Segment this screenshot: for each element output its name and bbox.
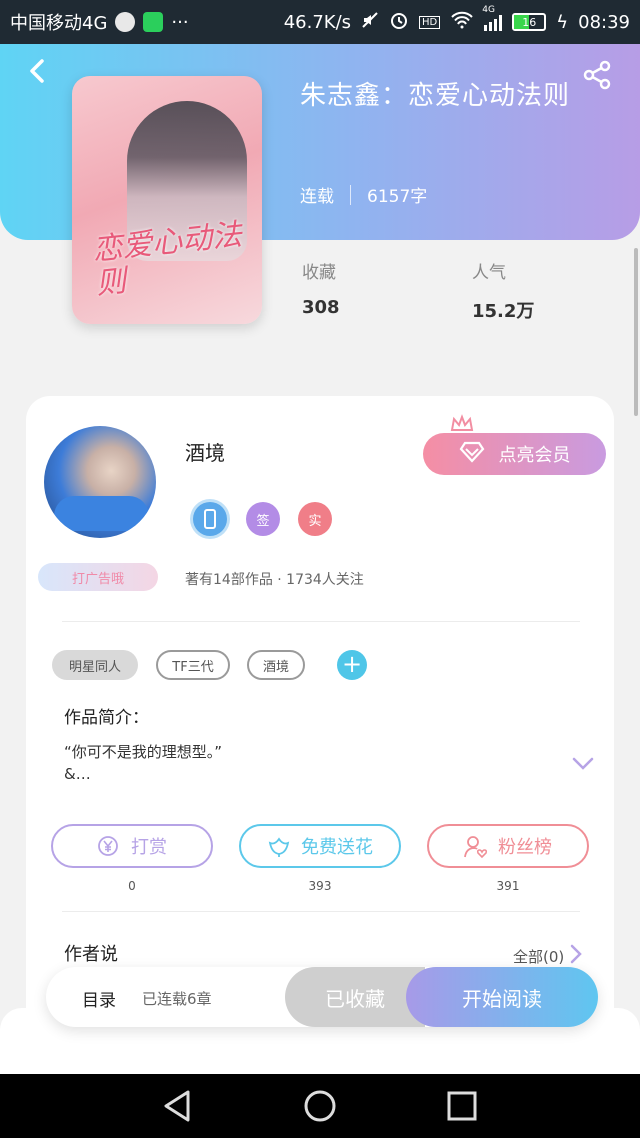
view-all-link[interactable]: 全部(0) [513,944,583,968]
status-bar: 中国移动4G ··· 46.7K/s HD 4G 16 ϟ 08:39 [0,0,640,44]
fan-count: 391 [496,879,520,893]
clock: 08:39 [578,11,630,33]
crown-icon [450,414,474,434]
book-title: 朱志鑫：恋爱心动法则 [300,81,571,111]
author-say-title: 作者说 [64,944,118,965]
intro-line: “你可不是我的理想型。” [64,743,223,761]
network-type: 4G [482,5,495,15]
flower-icon [267,835,290,857]
favorites-value: 308 [302,297,340,318]
more-icon: ··· [171,11,189,33]
ad-tag[interactable]: 打广告哦 [38,563,158,591]
favorites-stat: 收藏 308 [302,258,340,318]
toc-button[interactable]: 目录 [82,986,116,1011]
vip-button-label: 点亮会员 [498,445,571,466]
wifi-icon [450,11,474,34]
start-reading-button[interactable]: 开始阅读 [406,967,598,1027]
signal-icon: 4G [482,5,503,31]
tip-button-label: 打赏 [131,837,167,858]
nav-home-icon[interactable] [302,1088,338,1124]
popularity-stat: 人气 15.2万 [472,258,534,323]
divider [62,621,580,622]
send-flower-button[interactable]: 免费送花 [239,824,401,868]
phone-badge-icon[interactable] [193,502,227,536]
sign-badge-icon[interactable]: 签 [246,502,280,536]
divider [62,911,580,912]
intro-text[interactable]: “你可不是我的理想型。” &… [64,741,222,785]
collected-button[interactable]: 已收藏 [285,967,425,1027]
tip-count: 0 [128,879,136,893]
popularity-value: 15.2万 [472,301,535,322]
diamond-icon [459,441,485,468]
cat-app-icon [115,12,136,32]
chapters-count[interactable]: 已连载6章 [142,988,212,1009]
real-badge-icon[interactable]: 实 [298,502,332,536]
send-flower-label: 免费送花 [301,837,373,858]
tag-item[interactable]: 明星同人 [52,650,138,680]
book-cover[interactable]: 恋爱心动法则 [72,76,262,324]
hd-icon: HD [419,15,441,29]
fan-ranking-button[interactable]: 粉丝榜 [427,824,589,868]
tag-item[interactable]: 酒境 [247,650,305,680]
favorites-label: 收藏 [302,263,336,283]
charging-icon: ϟ [556,11,569,33]
mute-icon [361,11,379,34]
view-all-label: 全部(0) [513,947,565,966]
book-status: 连载 [300,187,334,207]
add-tag-button[interactable]: + [337,650,367,680]
chevron-right-icon [570,944,583,968]
yen-icon [97,835,119,857]
fan-ranking-label: 粉丝榜 [498,837,552,858]
alarm-icon [389,10,409,35]
author-info: 著有14部作品 · 1734人关注 [185,572,364,588]
intro-title: 作品简介： [64,708,149,728]
tag-item[interactable]: TF三代 [156,650,230,680]
author-avatar[interactable] [44,426,156,538]
carrier-label: 中国移动4G [10,13,108,34]
back-arrow-icon[interactable] [22,56,52,86]
nav-recents-icon[interactable] [444,1088,480,1124]
flower-count: 393 [308,879,332,893]
meta-divider [350,184,351,205]
cover-title-text: 恋爱心动法则 [90,217,244,302]
nav-back-icon[interactable] [160,1088,196,1124]
battery-icon: 16 [512,13,547,31]
book-meta: 连载 6157字 [300,182,427,207]
popularity-label: 人气 [472,263,506,283]
author-name[interactable]: 酒境 [185,437,225,466]
network-speed: 46.7K/s [283,11,352,33]
wechat-icon [143,12,164,32]
tip-button[interactable]: 打赏 [51,824,213,868]
intro-line: &… [64,765,91,783]
chevron-down-icon[interactable] [572,756,594,770]
word-count: 6157字 [367,187,428,207]
scrollbar[interactable] [634,248,638,416]
activate-vip-button[interactable]: 点亮会员 [423,433,606,475]
fan-heart-icon [464,835,488,859]
